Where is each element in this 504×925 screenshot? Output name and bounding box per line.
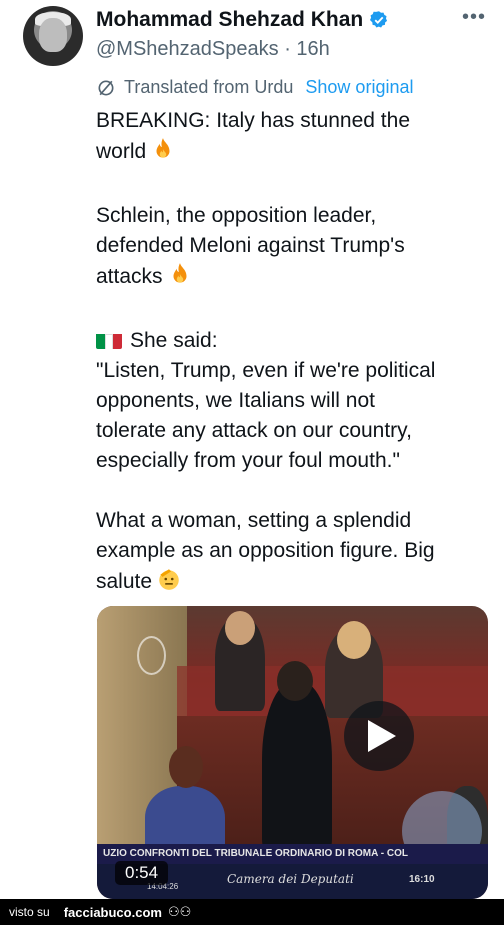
- avatar[interactable]: [23, 6, 83, 66]
- author-handle-row: @MShehzadSpeaks · 16h: [96, 38, 330, 61]
- tweet-line: "Listen, Trump, even if we're political: [96, 359, 436, 382]
- tweet-text: BREAKING: Italy has stunned the world Sc…: [96, 106, 492, 601]
- eyes-logo-icon: ⚇⚇: [167, 904, 192, 919]
- translate-icon: [98, 80, 114, 95]
- tweet-line: tolerate any attack on our country,: [96, 419, 412, 442]
- italy-flag-icon: [96, 331, 122, 349]
- post-time: · 16h: [284, 38, 330, 60]
- show-original-link[interactable]: Show original: [305, 77, 413, 98]
- tweet-line: Schlein, the opposition leader,: [96, 204, 377, 227]
- tweet-line: world: [96, 136, 492, 171]
- fire-emoji-icon: [167, 261, 193, 296]
- fire-emoji-icon: [150, 136, 176, 171]
- translated-label: Translated from Urdu: [124, 77, 294, 97]
- tweet-line: opponents, we Italians will not: [96, 389, 375, 412]
- video-duration: 0:54: [115, 861, 169, 885]
- author-name-row[interactable]: Mohammad Shehzad Khan: [96, 8, 389, 32]
- tweet-line: especially from your foul mouth.": [96, 449, 400, 472]
- channel-logo: Camera dei Deputati: [227, 872, 354, 886]
- tweet-line: attacks: [96, 261, 492, 296]
- tweet-line: example as an opposition figure. Big: [96, 539, 435, 562]
- tweet-line: salute: [96, 566, 492, 601]
- translation-bar: Translated from Urdu Show original: [96, 77, 413, 98]
- tweet-line: What a woman, setting a splendid: [96, 509, 412, 532]
- footer-site: facciabuco.com: [63, 904, 162, 920]
- video-clock: 16:10: [409, 874, 435, 885]
- watermark-left-icon: [137, 636, 166, 675]
- watermark-footer: visto su facciabuco.com ⚇⚇: [0, 899, 504, 925]
- more-options-icon[interactable]: •••: [462, 6, 486, 29]
- tweet-line: She said:: [96, 326, 492, 356]
- author-handle[interactable]: @MShehzadSpeaks: [96, 38, 279, 60]
- saluting-face-emoji-icon: [156, 566, 182, 601]
- play-button[interactable]: [344, 701, 414, 771]
- verified-badge-icon: [370, 11, 388, 28]
- tweet-line: defended Meloni against Trump's: [96, 234, 405, 257]
- video-player[interactable]: UZIO CONFRONTI DEL TRIBUNALE ORDINARIO D…: [97, 606, 488, 899]
- tweet-line: BREAKING: Italy has stunned the: [96, 109, 410, 132]
- author-name[interactable]: Mohammad Shehzad Khan: [96, 8, 363, 32]
- footer-visto: visto su: [9, 905, 50, 919]
- play-icon: [368, 720, 396, 752]
